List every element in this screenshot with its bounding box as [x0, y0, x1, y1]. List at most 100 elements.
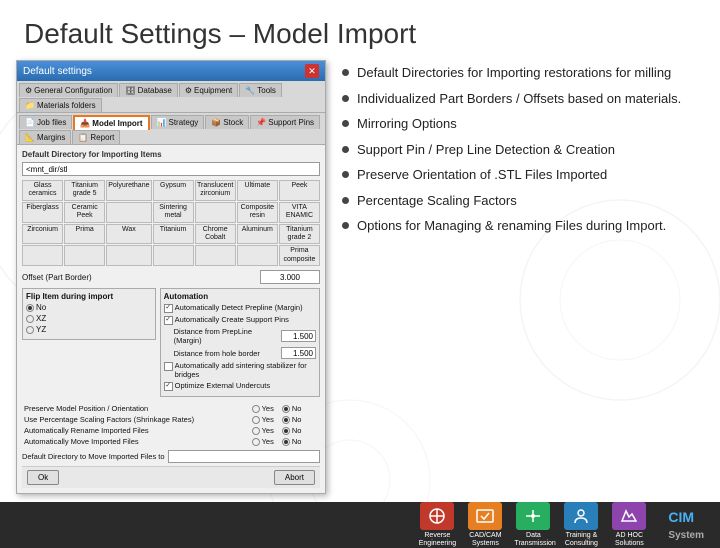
- mat-empty4: [64, 245, 105, 266]
- radio-yz-btn[interactable]: [26, 326, 34, 334]
- option-scaling-yes[interactable]: Yes: [252, 415, 274, 424]
- move-dir-input[interactable]: [168, 450, 320, 463]
- tab-margins[interactable]: 📐 Margins: [19, 130, 71, 144]
- gear-icon: ⚙: [25, 86, 32, 95]
- auto-create-row[interactable]: Automatically Create Support Pins: [164, 315, 316, 325]
- option-move-label: Automatically Move Imported Files: [22, 436, 250, 447]
- mat-translucent-zir[interactable]: Translucent zirconium: [195, 180, 236, 201]
- mat-prima[interactable]: Prima: [64, 224, 105, 245]
- mat-peek[interactable]: Peek: [279, 180, 320, 201]
- offset-row: Offset (Part Border): [22, 270, 320, 284]
- cim-logo: CIM System: [668, 509, 704, 541]
- tab-database[interactable]: 🗄 Database: [119, 83, 177, 97]
- dist-prepline-row: Distance from PrepLine (Margin): [164, 327, 316, 345]
- dist-hole-input[interactable]: [281, 347, 316, 359]
- cim-system-text: System: [668, 530, 704, 541]
- tab-general-configuration[interactable]: ⚙ General Configuration: [19, 83, 118, 97]
- mat-polyurethane[interactable]: Polyurethane: [106, 180, 151, 201]
- dist-prepline-input[interactable]: [281, 330, 316, 342]
- option-preserve: Preserve Model Position / Orientation Ye…: [22, 403, 320, 414]
- reverse-engineering-icon: [420, 502, 454, 530]
- tab-equipment[interactable]: ⚙ Equipment: [179, 83, 238, 97]
- dist-hole-label: Distance from hole border: [174, 349, 260, 358]
- dist-prepline-label: Distance from PrepLine (Margin): [174, 327, 279, 345]
- report-icon: 📋: [78, 133, 88, 142]
- auto-optimize-checkbox[interactable]: [164, 382, 173, 391]
- option-move-yes[interactable]: Yes: [252, 437, 274, 446]
- mat-titanium2[interactable]: Titanium grade 2: [279, 224, 320, 245]
- dir-input[interactable]: [22, 162, 320, 176]
- option-rename-yes[interactable]: Yes: [252, 426, 274, 435]
- mat-aluminum[interactable]: Aluminum: [237, 224, 278, 245]
- radio-no-btn[interactable]: [26, 304, 34, 312]
- bottom-icon-data[interactable]: Data Transmission: [514, 502, 552, 547]
- option-rename-no[interactable]: No: [282, 426, 302, 435]
- bottom-icon-adhoc[interactable]: AD HOC Solutions: [610, 502, 648, 547]
- tab-stock[interactable]: 📦 Stock: [205, 115, 249, 129]
- material-grid: Glass ceramics Titanium grade 5 Polyuret…: [22, 180, 320, 266]
- tab-model-import[interactable]: 📥 Model Import: [73, 115, 149, 130]
- tab-job-files[interactable]: 📄 Job files: [19, 115, 72, 129]
- radio-yz[interactable]: YZ: [26, 325, 152, 334]
- auto-sintering-checkbox[interactable]: [164, 362, 173, 371]
- database-icon: 🗄: [125, 86, 135, 95]
- mat-empty2: [195, 202, 236, 223]
- move-dir-row: Default Directory to Move Imported Files…: [22, 450, 320, 463]
- bullet-dot-4: [342, 146, 349, 153]
- bottom-icon-training[interactable]: Training & Consulting: [562, 502, 600, 547]
- ok-button[interactable]: Ok: [27, 470, 59, 485]
- option-preserve-yes[interactable]: Yes: [252, 404, 274, 413]
- mat-ultimate[interactable]: Ultimate: [237, 180, 278, 201]
- mat-empty1: [106, 202, 151, 223]
- radio-xz[interactable]: XZ: [26, 314, 152, 323]
- move-dir-label: Default Directory to Move Imported Files…: [22, 452, 165, 461]
- mat-gypsum[interactable]: Gypsum: [153, 180, 194, 201]
- tab-strategy[interactable]: 📊 Strategy: [151, 115, 205, 129]
- mat-composite[interactable]: Composite resin: [237, 202, 278, 223]
- radio-xz-btn[interactable]: [26, 315, 34, 323]
- auto-sintering-row[interactable]: Automatically add sintering stabilizer f…: [164, 361, 316, 379]
- auto-optimize-row[interactable]: Optimize External Undercuts: [164, 381, 316, 391]
- mat-zirconium[interactable]: Zirconium: [22, 224, 63, 245]
- mat-prima-composite[interactable]: Prima composite: [279, 245, 320, 266]
- abort-button[interactable]: Abort: [274, 470, 315, 485]
- option-preserve-no[interactable]: No: [282, 404, 302, 413]
- stock-icon: 📦: [211, 118, 221, 127]
- cadcam-icon: [468, 502, 502, 530]
- auto-detect-row[interactable]: Automatically Detect Prepline (Margin): [164, 303, 316, 313]
- mat-vita[interactable]: VITA ENAMIC: [279, 202, 320, 223]
- option-preserve-label: Preserve Model Position / Orientation: [22, 403, 250, 414]
- mat-glass-ceramics[interactable]: Glass ceramics: [22, 180, 63, 201]
- bullet-text-7: Options for Managing & renaming Files du…: [357, 217, 666, 235]
- option-scaling-no[interactable]: No: [282, 415, 302, 424]
- modelimport-icon: 📥: [80, 119, 90, 128]
- tab-materials-folders[interactable]: 📁 Materials folders: [19, 98, 102, 112]
- dir-section-label: Default Directory for Importing Items: [22, 150, 320, 159]
- mat-wax[interactable]: Wax: [106, 224, 151, 245]
- dialog-close-button[interactable]: ✕: [305, 64, 319, 78]
- dialog-title: Default settings: [23, 66, 92, 77]
- bullet-item-3: Mirroring Options: [342, 115, 704, 133]
- dialog-tabs-row2: 📄 Job files 📥 Model Import 📊 Strategy 📦 …: [17, 113, 325, 145]
- dist-hole-row: Distance from hole border: [164, 347, 316, 359]
- auto-detect-checkbox[interactable]: [164, 304, 173, 313]
- mat-fiberglass[interactable]: Fiberglass: [22, 202, 63, 223]
- tab-report[interactable]: 📋 Report: [72, 130, 120, 144]
- mat-titanium[interactable]: Titanium: [153, 224, 194, 245]
- tab-support-pins[interactable]: 📌 Support Pins: [250, 115, 320, 129]
- mat-sintering[interactable]: Sintering metal: [153, 202, 194, 223]
- radio-no[interactable]: No: [26, 303, 152, 312]
- option-rename-label: Automatically Rename Imported Files: [22, 425, 250, 436]
- mat-titanium5[interactable]: Titanium grade 5: [64, 180, 105, 201]
- auto-create-checkbox[interactable]: [164, 316, 173, 325]
- option-move-no[interactable]: No: [282, 437, 302, 446]
- bottom-icon-cadcam[interactable]: CAD/CAM Systems: [466, 502, 504, 547]
- bullet-list: Default Directories for Importing restor…: [342, 64, 704, 235]
- offset-input[interactable]: [260, 270, 320, 284]
- bottom-icon-reverse[interactable]: Reverse Engineering: [418, 502, 456, 547]
- auto-detect-label: Automatically Detect Prepline (Margin): [175, 303, 303, 312]
- mat-ceramic-peek[interactable]: Ceramic Peek: [64, 202, 105, 223]
- mat-chrome[interactable]: Chrome Cobalt: [195, 224, 236, 245]
- tab-tools[interactable]: 🔧 Tools: [239, 83, 282, 97]
- auto-create-label: Automatically Create Support Pins: [175, 315, 289, 324]
